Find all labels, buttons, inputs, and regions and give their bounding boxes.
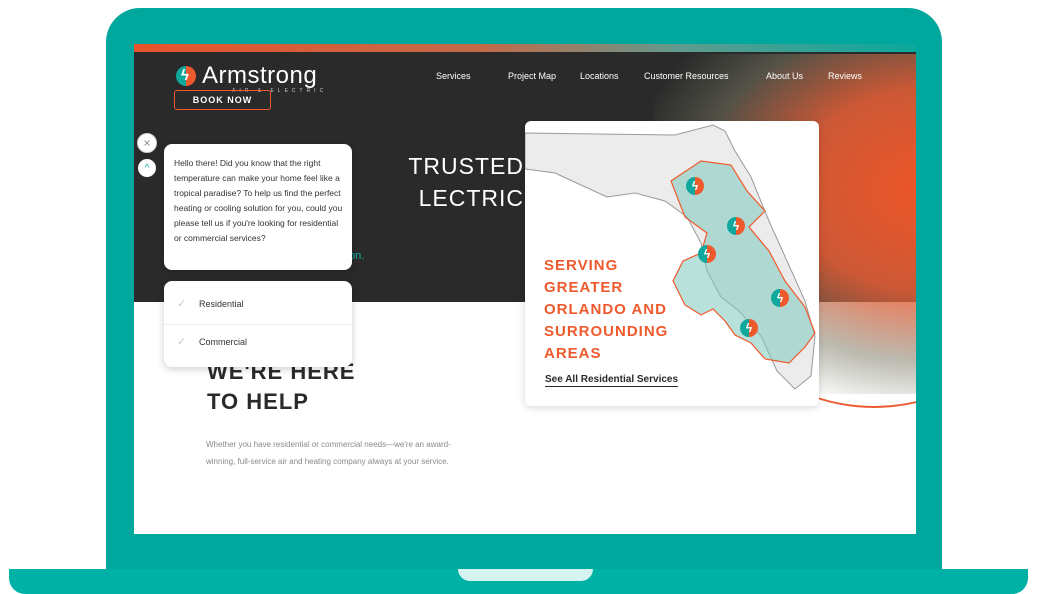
close-icon[interactable]: × bbox=[137, 133, 157, 153]
map-pin-icon[interactable]: ϟ bbox=[740, 319, 758, 337]
option-residential[interactable]: ✓ Residential bbox=[177, 297, 244, 310]
serving-line3: ORLANDO AND bbox=[544, 301, 667, 318]
book-now-button[interactable]: BOOK NOW bbox=[174, 90, 271, 110]
hero-title-line2: LECTRIC bbox=[418, 185, 524, 211]
option-residential-label: Residential bbox=[199, 298, 244, 309]
see-all-residential-link[interactable]: See All Residential Services bbox=[545, 374, 679, 387]
website-screen: Armstrong AIR & ELECTRIC BOOK NOW Servic… bbox=[134, 44, 916, 534]
hero-title-line1: TRUSTED bbox=[408, 153, 524, 179]
nav-services[interactable]: Services bbox=[436, 71, 471, 81]
serving-line1: SERVING bbox=[544, 257, 619, 274]
chat-options-panel: ✓ Residential ✓ Commercial bbox=[164, 281, 352, 367]
check-icon: ✓ bbox=[177, 336, 187, 348]
options-divider bbox=[164, 324, 352, 325]
chevron-up-icon[interactable]: ^ bbox=[138, 159, 156, 177]
serving-line4: SURROUNDING bbox=[544, 323, 669, 340]
top-color-strip bbox=[134, 44, 916, 52]
nav-locations[interactable]: Locations bbox=[580, 71, 619, 81]
map-pin-icon[interactable]: ϟ bbox=[727, 217, 745, 235]
help-heading-line2: TO HELP bbox=[207, 389, 309, 414]
map-pin-icon[interactable]: ϟ bbox=[771, 289, 789, 307]
chat-message-text: Hello there! Did you know that the right… bbox=[174, 158, 343, 243]
check-icon: ✓ bbox=[177, 298, 187, 310]
map-pin-icon[interactable]: ϟ bbox=[686, 177, 704, 195]
nav-reviews[interactable]: Reviews bbox=[828, 71, 862, 81]
nav-about-us[interactable]: About Us bbox=[766, 71, 803, 81]
nav-project-map[interactable]: Project Map bbox=[508, 71, 556, 81]
serving-line2: GREATER bbox=[544, 279, 624, 296]
nav-customer-resources[interactable]: Customer Resources bbox=[644, 71, 729, 81]
help-description: Whether you have residential or commerci… bbox=[206, 440, 451, 466]
serving-line5: AREAS bbox=[544, 345, 602, 362]
hero-title: TRUSTED LECTRIC bbox=[344, 150, 524, 214]
laptop-notch bbox=[458, 569, 593, 581]
option-commercial-label: Commercial bbox=[199, 336, 248, 347]
option-commercial[interactable]: ✓ Commercial bbox=[177, 335, 247, 348]
serving-heading: SERVING GREATER ORLANDO AND SURROUNDING … bbox=[544, 255, 714, 365]
service-area-card: ϟ ϟ ϟ ϟ ϟ SERVING GREATER ORLANDO AND SU… bbox=[525, 121, 819, 406]
logo-wordmark[interactable]: Armstrong bbox=[202, 62, 317, 90]
logo-bolt-icon[interactable] bbox=[176, 66, 196, 86]
